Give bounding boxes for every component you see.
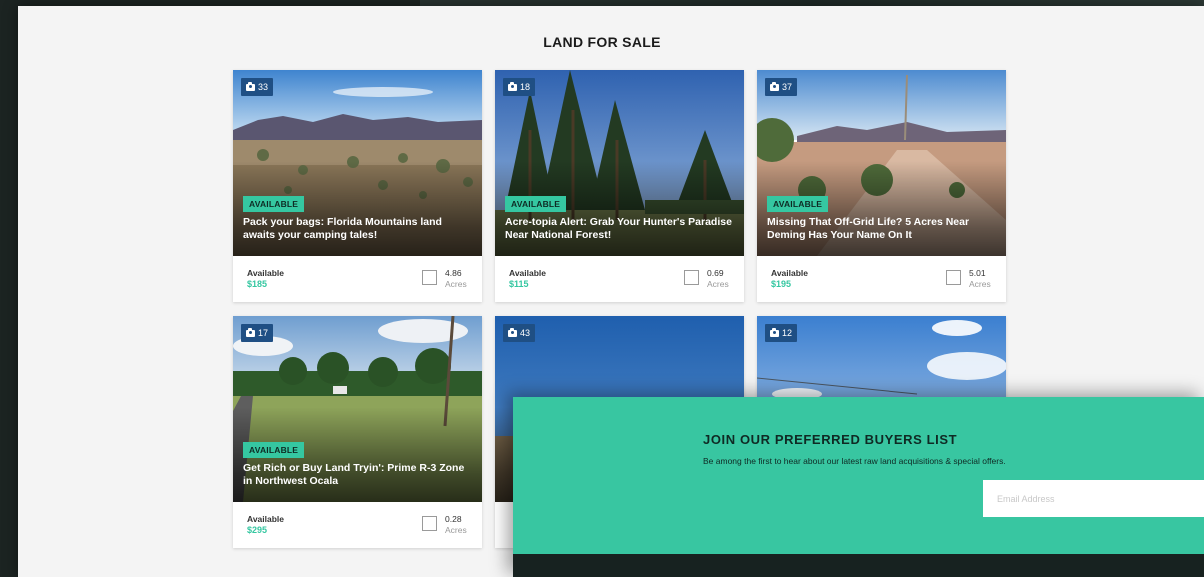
listing-footer: Available $195 5.01 Acres <box>757 256 1006 302</box>
signup-subtitle: Be among the first to hear about our lat… <box>703 456 1006 466</box>
listing-price: $295 <box>247 525 268 535</box>
acreage-icon <box>684 270 699 285</box>
listing-photo[interactable]: 33 AVAILABLE Pack your bags: Florida Mou… <box>233 70 482 256</box>
listing-title[interactable]: Acre-topia Alert: Grab Your Hunter's Par… <box>505 216 734 242</box>
email-field[interactable] <box>983 480 1204 517</box>
acreage-icon <box>422 270 437 285</box>
listing-photo[interactable]: 17 AVAILABLE Get Rich or Buy Land Tryin'… <box>233 316 482 502</box>
camera-icon <box>246 81 255 91</box>
acreage-unit: Acres <box>445 279 467 289</box>
availability-label: Available <box>247 514 285 524</box>
status-badge: AVAILABLE <box>505 196 567 212</box>
photo-count-badge: 37 <box>765 78 798 96</box>
availability-label: Available <box>771 268 809 278</box>
listing-photo[interactable]: 37 AVAILABLE Missing That Off-Grid Life?… <box>757 70 1006 256</box>
listing-photo[interactable]: 18 AVAILABLE Acre-topia Alert: Grab Your… <box>495 70 744 256</box>
status-badge: AVAILABLE <box>243 442 305 458</box>
listing-card[interactable]: 18 AVAILABLE Acre-topia Alert: Grab Your… <box>495 70 744 302</box>
photo-count-badge: 17 <box>241 324 274 342</box>
acreage-unit: Acres <box>707 279 729 289</box>
listing-title[interactable]: Pack your bags: Florida Mountains land a… <box>243 216 472 242</box>
acreage-value: 0.69 <box>707 268 724 278</box>
status-badge: AVAILABLE <box>243 196 305 212</box>
availability-label: Available <box>247 268 285 278</box>
camera-icon <box>770 327 779 337</box>
photo-count-badge: 33 <box>241 78 274 96</box>
listing-title[interactable]: Get Rich or Buy Land Tryin': Prime R-3 Z… <box>243 462 472 488</box>
listing-footer: Available $185 4.86 Acres <box>233 256 482 302</box>
camera-icon <box>770 81 779 91</box>
acreage-icon <box>946 270 961 285</box>
buyers-list-signup-panel: JOIN OUR PREFERRED BUYERS LIST Be among … <box>513 397 1204 577</box>
listing-price: $115 <box>509 279 529 289</box>
acreage-value: 5.01 <box>969 268 986 278</box>
listing-footer: Available $295 0.28 Acres <box>233 502 482 548</box>
listing-price: $185 <box>247 279 268 289</box>
footer-bar <box>513 554 1204 577</box>
listing-price: $195 <box>771 279 792 289</box>
listing-footer: Available $115 0.69 Acres <box>495 256 744 302</box>
photo-count-badge: 43 <box>503 324 536 342</box>
availability-label: Available <box>509 268 547 278</box>
camera-icon <box>246 327 255 337</box>
acreage-icon <box>422 516 437 531</box>
acreage-unit: Acres <box>445 525 467 535</box>
camera-icon <box>508 327 517 337</box>
listing-card[interactable]: 33 AVAILABLE Pack your bags: Florida Mou… <box>233 70 482 302</box>
photo-count-badge: 18 <box>503 78 536 96</box>
camera-icon <box>508 81 517 91</box>
listing-card[interactable]: 17 AVAILABLE Get Rich or Buy Land Tryin'… <box>233 316 482 548</box>
acreage-unit: Acres <box>969 279 991 289</box>
acreage-value: 0.28 <box>445 514 462 524</box>
status-badge: AVAILABLE <box>767 196 829 212</box>
listing-card[interactable]: 37 AVAILABLE Missing That Off-Grid Life?… <box>757 70 1006 302</box>
photo-count-badge: 12 <box>765 324 798 342</box>
acreage-value: 4.86 <box>445 268 462 278</box>
signup-title: JOIN OUR PREFERRED BUYERS LIST <box>703 432 958 447</box>
listing-title[interactable]: Missing That Off-Grid Life? 5 Acres Near… <box>767 216 996 242</box>
